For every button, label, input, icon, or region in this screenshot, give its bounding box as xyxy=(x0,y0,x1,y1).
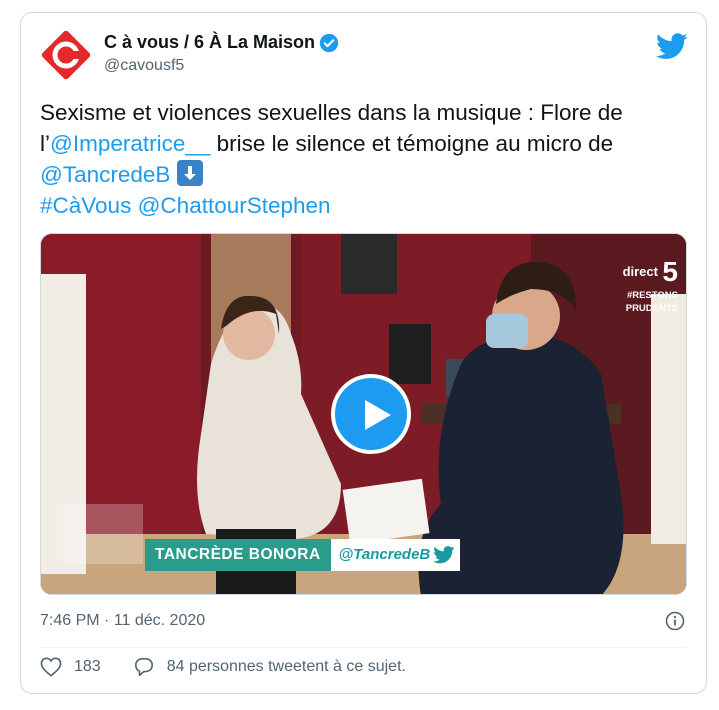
comment-bubble-icon xyxy=(134,658,153,676)
lower-third-handle: @TancredeB xyxy=(338,546,431,563)
heart-icon xyxy=(40,657,62,677)
account-name-row[interactable]: C à vous / 6 À La Maison xyxy=(104,32,339,53)
video-player[interactable]: direct 5 #RESTONS PRUDENTS TANCRÈDE BONO… xyxy=(40,233,687,595)
down-arrow-emoji-icon xyxy=(176,160,203,186)
hashtag-cavous[interactable]: #CàVous xyxy=(40,193,131,218)
mention-imperatrice[interactable]: @Imperatrice__ xyxy=(50,131,210,156)
tweet-timestamp[interactable]: 7:46 PM · 11 déc. 2020 xyxy=(40,612,205,630)
channel-direct-label: direct xyxy=(622,264,658,279)
play-button[interactable] xyxy=(331,374,411,454)
info-icon[interactable] xyxy=(665,611,685,631)
tweet-actions: 183 84 personnes tweetent à ce sujet. xyxy=(40,657,406,677)
lower-third-bird-icon xyxy=(433,546,455,564)
lower-third-name: TANCRÈDE BONORA xyxy=(145,539,331,571)
account-name[interactable]: C à vous / 6 À La Maison xyxy=(104,32,315,53)
channel-number: 5 xyxy=(662,256,678,287)
divider xyxy=(40,647,687,648)
lower-third-handle-box: @TancredeB xyxy=(330,539,461,571)
channel-tag-line2: PRUDENTS xyxy=(625,303,678,314)
meta-separator: · xyxy=(99,612,114,629)
account-handle[interactable]: @cavousf5 xyxy=(104,57,184,75)
lower-third: TANCRÈDE BONORA @TancredeB xyxy=(145,539,461,571)
channel-logo: direct 5 #RESTONS PRUDENTS xyxy=(623,256,678,314)
conversation-link[interactable]: 84 personnes tweetent à ce sujet. xyxy=(133,657,406,677)
tweet-date[interactable]: 11 déc. 2020 xyxy=(114,612,205,629)
tweet-time[interactable]: 7:46 PM xyxy=(40,612,100,629)
tweet-text: Sexisme et violences sexuelles dans la m… xyxy=(40,97,680,221)
mention-tancredeb[interactable]: @TancredeB xyxy=(40,162,170,187)
like-count: 183 xyxy=(74,658,101,675)
channel-tag-line1: #RESTONS xyxy=(626,290,678,301)
play-icon xyxy=(365,400,391,430)
twitter-bird-icon[interactable] xyxy=(656,33,688,60)
tweet-line1: Sexisme et violences sexuelles dans la m… xyxy=(40,100,623,125)
conversation-text[interactable]: 84 personnes tweetent à ce sujet. xyxy=(167,658,406,676)
tweet-line2-prefix: l’ xyxy=(40,131,50,156)
verified-badge-icon xyxy=(319,33,339,52)
like-button[interactable]: 183 xyxy=(40,657,101,677)
tweet-card: C à vous / 6 À La Maison @cavousf5 Sexis… xyxy=(20,12,707,694)
avatar[interactable] xyxy=(40,29,92,81)
tweet-line2-suffix: brise le silence et témoigne au micro de xyxy=(210,131,614,156)
mention-chattourstephen[interactable]: @ChattourStephen xyxy=(138,193,331,218)
